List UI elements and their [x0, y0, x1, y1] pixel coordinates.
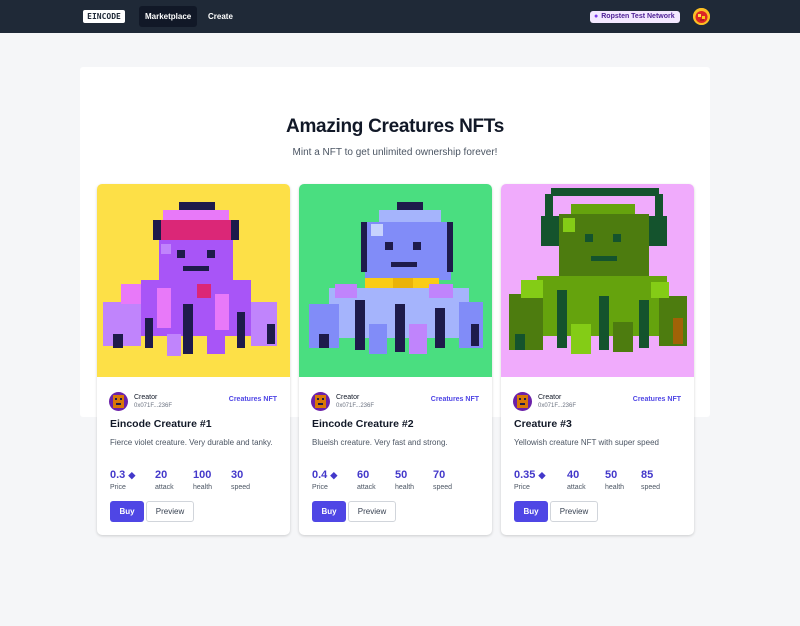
creator-address: 0x071F...236F [134, 403, 173, 409]
nav-marketplace-link[interactable]: Marketplace [139, 6, 198, 27]
price-stat: 0.3 ◆ Price [110, 469, 135, 491]
price-stat: 0.4 ◆ Price [312, 469, 337, 491]
network-badge: ● Ropsten Test Network [590, 11, 680, 23]
nft-name: Eincode Creature #2 [312, 418, 414, 430]
attack-stat: 40 attack [567, 469, 586, 491]
creator-address: 0x071F...236F [538, 403, 577, 409]
nft-card[interactable]: Creator 0x071F...236F Creatures NFT Einc… [97, 184, 290, 535]
attack-label: attack [357, 484, 376, 491]
attack-value: 40 [567, 469, 580, 481]
network-label: Ropsten Test Network [601, 13, 675, 20]
nft-description: Fierce violet creature. Very durable and… [110, 438, 273, 447]
health-label: health [395, 484, 415, 491]
attack-value: 60 [357, 469, 370, 481]
health-value: 50 [395, 469, 408, 481]
attack-stat: 20 attack [155, 469, 174, 491]
creator-label: Creator [538, 394, 562, 401]
nft-image[interactable] [501, 184, 694, 377]
price-label: Price [110, 484, 126, 491]
attack-value: 20 [155, 469, 168, 481]
nft-description: Yellowish creature NFT with super speed [514, 438, 659, 447]
eth-icon: ◆ [330, 470, 338, 480]
preview-button[interactable]: Preview [550, 501, 598, 522]
collection-link[interactable]: Creatures NFT [633, 396, 681, 403]
nft-card[interactable]: Creator 0x071F...236F Creatures NFT Crea… [501, 184, 694, 535]
buy-button[interactable]: Buy [514, 501, 548, 522]
creator-label: Creator [134, 394, 158, 401]
page-title: Amazing Creatures NFTs [286, 116, 504, 137]
speed-label: speed [433, 484, 453, 491]
price-label: Price [514, 484, 530, 491]
top-nav: EINCODE Marketplace Create ● Ropsten Test… [0, 0, 800, 33]
attack-stat: 60 attack [357, 469, 376, 491]
speed-label: speed [231, 484, 251, 491]
price-value: 0.4 [312, 469, 328, 481]
preview-button[interactable]: Preview [146, 501, 194, 522]
health-stat: 100 health [193, 469, 212, 491]
price-label: Price [312, 484, 328, 491]
price-stat: 0.35 ◆ Price [514, 469, 545, 491]
speed-stat: 85 speed [641, 469, 660, 491]
attack-label: attack [155, 484, 174, 491]
price-value: 0.3 [110, 469, 126, 481]
collection-link[interactable]: Creatures NFT [229, 396, 277, 403]
nft-description: Blueish creature. Very fast and strong. [312, 438, 448, 447]
eth-icon: ◆ [128, 470, 136, 480]
eincode-logo[interactable]: EINCODE [83, 10, 125, 23]
speed-value: 85 [641, 469, 654, 481]
creator-avatar[interactable] [311, 392, 330, 411]
health-value: 50 [605, 469, 618, 481]
creator-address: 0x071F...236F [336, 403, 375, 409]
attack-label: attack [567, 484, 586, 491]
health-value: 100 [193, 469, 212, 481]
creator-label: Creator [336, 394, 360, 401]
buy-button[interactable]: Buy [110, 501, 144, 522]
collection-link[interactable]: Creatures NFT [431, 396, 479, 403]
user-avatar[interactable] [693, 8, 710, 25]
health-stat: 50 health [605, 469, 624, 491]
speed-stat: 70 speed [433, 469, 452, 491]
creator-avatar[interactable] [109, 392, 128, 411]
price-value: 0.35 [514, 469, 536, 481]
health-stat: 50 health [395, 469, 414, 491]
nav-create-link[interactable]: Create [202, 6, 239, 27]
preview-button[interactable]: Preview [348, 501, 396, 522]
creator-avatar[interactable] [513, 392, 532, 411]
nft-image[interactable] [299, 184, 492, 377]
nft-card[interactable]: Creator 0x071F...236F Creatures NFT Einc… [299, 184, 492, 535]
buy-button[interactable]: Buy [312, 501, 346, 522]
speed-value: 70 [433, 469, 446, 481]
speed-value: 30 [231, 469, 244, 481]
speed-stat: 30 speed [231, 469, 250, 491]
nft-name: Creature #3 [514, 418, 572, 430]
page-subtitle: Mint a NFT to get unlimited ownership fo… [292, 147, 498, 158]
speed-label: speed [641, 484, 661, 491]
health-label: health [605, 484, 625, 491]
network-status-dot: ● [594, 13, 599, 20]
eth-icon: ◆ [538, 470, 546, 480]
health-label: health [193, 484, 213, 491]
nft-image[interactable] [97, 184, 290, 377]
nft-name: Eincode Creature #1 [110, 418, 212, 430]
